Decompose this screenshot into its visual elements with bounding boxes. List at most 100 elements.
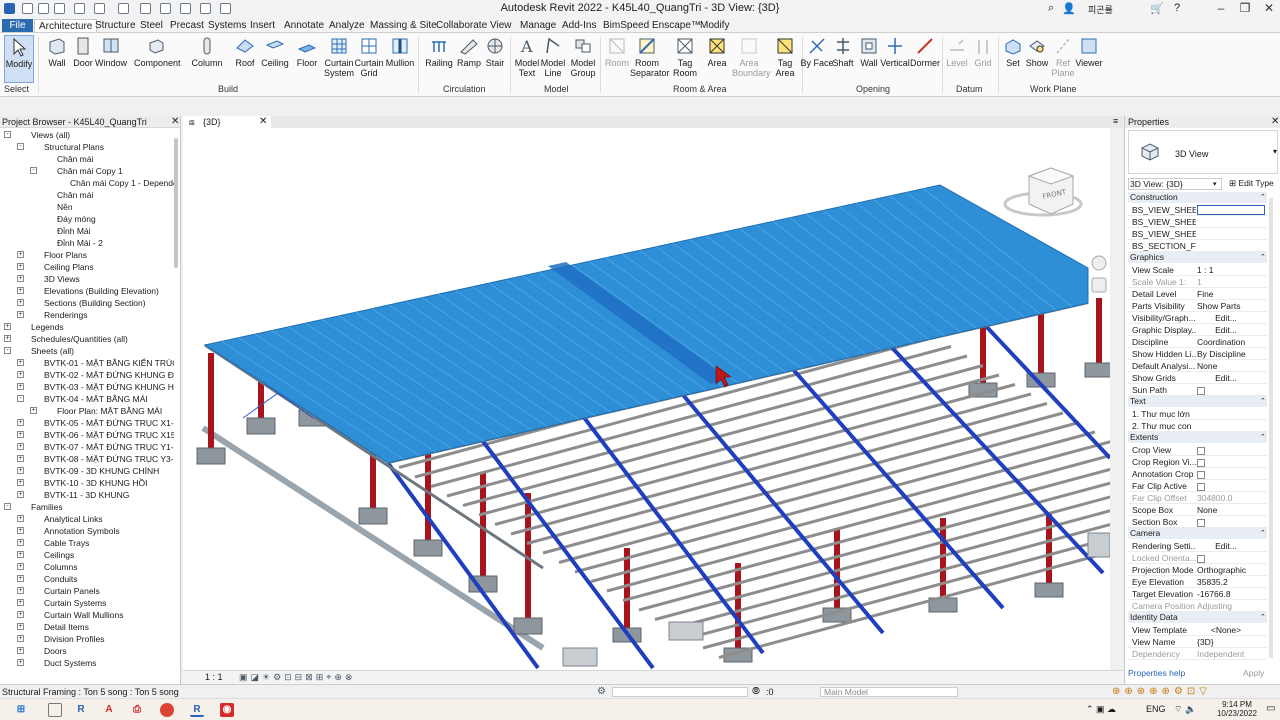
tab-annotate[interactable]: Annotate — [280, 19, 328, 32]
property-row[interactable]: BS_VIEW_SHEET... — [1128, 228, 1267, 240]
expand-icon[interactable]: + — [17, 467, 24, 474]
select-panel-label[interactable]: Select — [4, 84, 29, 94]
file-tab[interactable]: File — [2, 19, 33, 32]
checkbox[interactable] — [1197, 446, 1205, 455]
component-button[interactable]: Component — [134, 35, 181, 83]
design-option-select[interactable]: Main Model — [820, 687, 958, 697]
user-name[interactable]: 피곤률 — [1088, 3, 1113, 16]
windows-start-icon[interactable]: ⊞ — [14, 703, 28, 717]
stair-button[interactable]: Stair — [478, 35, 512, 83]
steel-column[interactable] — [1096, 298, 1102, 363]
expand-icon[interactable]: + — [17, 431, 24, 438]
collapse-icon[interactable]: ⌃ — [1260, 612, 1266, 623]
wall-louver[interactable] — [668, 621, 704, 641]
property-row[interactable]: Projection Mode Orthographic — [1128, 564, 1267, 576]
collapse-icon[interactable]: - — [4, 131, 11, 138]
property-value[interactable]: Orthographic — [1197, 564, 1265, 576]
property-row[interactable]: View Name {3D} — [1128, 636, 1267, 648]
tree-item[interactable]: + Cable Trays — [0, 537, 174, 549]
tree-item[interactable]: + BVTK-09 - 3D KHUNG CHÍNH — [0, 465, 174, 477]
expand-icon[interactable]: + — [4, 335, 11, 342]
cart-icon[interactable]: 🛒 — [1150, 2, 1164, 15]
property-row[interactable]: Show Grids Edit... — [1128, 372, 1267, 384]
close-icon[interactable]: ✕ — [171, 116, 179, 127]
property-row[interactable]: Graphic Display... Edit... — [1128, 324, 1267, 336]
property-row[interactable]: Annotation Crop — [1128, 468, 1267, 480]
tree-item[interactable]: Chân mái Copy 1 - Dependent — [0, 177, 174, 189]
railing-button[interactable]: Railing — [422, 35, 456, 83]
property-row[interactable]: Camera Position Adjusting — [1128, 600, 1267, 612]
scrollbar[interactable] — [174, 138, 178, 268]
scrollbar[interactable] — [1269, 198, 1273, 658]
property-row[interactable]: Parts Visibility Show Parts — [1128, 300, 1267, 312]
tree-item[interactable]: - Sheets (all) — [0, 345, 174, 357]
property-row[interactable]: Crop Region Vi... — [1128, 456, 1267, 468]
expand-icon[interactable]: + — [17, 575, 24, 582]
property-row[interactable]: Discipline Coordination — [1128, 336, 1267, 348]
expand-icon[interactable]: + — [17, 455, 24, 462]
tree-item[interactable]: + BVTK-03 - MẶT ĐỨNG KHUNG HỒI — [0, 381, 174, 393]
expand-icon[interactable]: + — [30, 407, 37, 414]
checkbox[interactable] — [1197, 518, 1205, 527]
collapse-icon[interactable]: - — [17, 395, 24, 402]
property-checkbox[interactable] — [1197, 516, 1265, 528]
expand-icon[interactable]: + — [17, 659, 24, 666]
tree-item[interactable]: + BVTK-08 - MẶT ĐỨNG TRỤC Y3-Y1 — [0, 453, 174, 465]
property-checkbox[interactable] — [1197, 480, 1265, 492]
tag-room-button[interactable]: Tag Room — [668, 35, 702, 83]
file-explorer-icon[interactable] — [48, 703, 62, 717]
column-footing[interactable] — [1034, 582, 1064, 598]
tree-item[interactable]: + Curtain Panels — [0, 585, 174, 597]
tree-item[interactable]: + BVTK-02 - MẶT ĐỨNG KHUNG ĐIỂN HÌ — [0, 369, 174, 381]
tree-item[interactable]: + Floor Plans — [0, 249, 174, 261]
close-icon[interactable]: ✕ — [1271, 116, 1279, 127]
steel-column[interactable] — [735, 563, 741, 648]
tab-insert[interactable]: Insert — [246, 19, 279, 32]
property-row[interactable]: Scale Value 1: 1 — [1128, 276, 1267, 288]
tree-item[interactable]: + BVTK-01 - MẶT BẰNG KIẾN TRÚC TẦNG — [0, 357, 174, 369]
property-value[interactable]: Coordination — [1197, 336, 1265, 348]
steel-column[interactable] — [1046, 513, 1052, 583]
model-group-button[interactable]: Model Group — [566, 35, 600, 83]
tree-item[interactable]: + BVTK-10 - 3D KHUNG HỒI — [0, 477, 174, 489]
property-row[interactable]: Dependency Independent — [1128, 648, 1267, 660]
revit-app-icon[interactable]: R — [74, 703, 88, 717]
expand-icon[interactable]: + — [17, 623, 24, 630]
tree-item[interactable]: + Division Profiles — [0, 633, 174, 645]
tree-item[interactable]: Chân mái — [0, 153, 174, 165]
collapse-icon[interactable]: ⌃ — [1260, 396, 1266, 407]
tab-structure[interactable]: Structure — [91, 19, 140, 32]
column-footing[interactable] — [413, 539, 443, 557]
mullion-button[interactable]: Mullion — [383, 35, 417, 83]
model-line-button[interactable]: Model Line — [536, 35, 570, 83]
roof-button[interactable]: Roof — [228, 35, 262, 83]
steel-column[interactable] — [208, 353, 214, 448]
property-row[interactable]: Show Hidden Li... By Discipline — [1128, 348, 1267, 360]
property-value[interactable]: 1 — [1197, 276, 1265, 288]
property-row[interactable]: Far Clip Offset 304800.0 — [1128, 492, 1267, 504]
record-app-icon[interactable]: ◉ — [220, 703, 234, 717]
tree-item[interactable]: Đáy móng — [0, 213, 174, 225]
tree-item[interactable]: Đỉnh Mái — [0, 225, 174, 237]
property-row[interactable]: Section Box — [1128, 516, 1267, 528]
floor-button[interactable]: Floor — [290, 35, 324, 83]
tree-item[interactable]: + Detail Items — [0, 621, 174, 633]
editable-only-icon[interactable]: ⦾ — [752, 685, 760, 699]
expand-icon[interactable]: + — [17, 539, 24, 546]
drawing-area[interactable]: FRONT — [183, 128, 1110, 670]
steel-rafter[interactable] — [981, 321, 1110, 460]
expand-icon[interactable]: + — [17, 527, 24, 534]
checkbox[interactable] — [1197, 458, 1205, 467]
property-checkbox[interactable] — [1197, 456, 1265, 468]
property-row[interactable]: Locked Orienta... — [1128, 552, 1267, 564]
tree-item[interactable]: Chân mái — [0, 189, 174, 201]
area-boundary-button[interactable]: Area Boundary — [732, 35, 771, 83]
steel-column[interactable] — [1038, 308, 1044, 373]
expand-icon[interactable]: + — [17, 479, 24, 486]
room-button[interactable]: Room — [600, 35, 634, 83]
modify-button[interactable]: Modify — [4, 35, 34, 83]
clock[interactable]: 9:14 PM 10/23/2022 — [1212, 700, 1262, 718]
expand-icon[interactable]: + — [17, 551, 24, 558]
column-footing[interactable] — [513, 617, 543, 635]
tree-item[interactable]: - Chân mái Copy 1 — [0, 165, 174, 177]
